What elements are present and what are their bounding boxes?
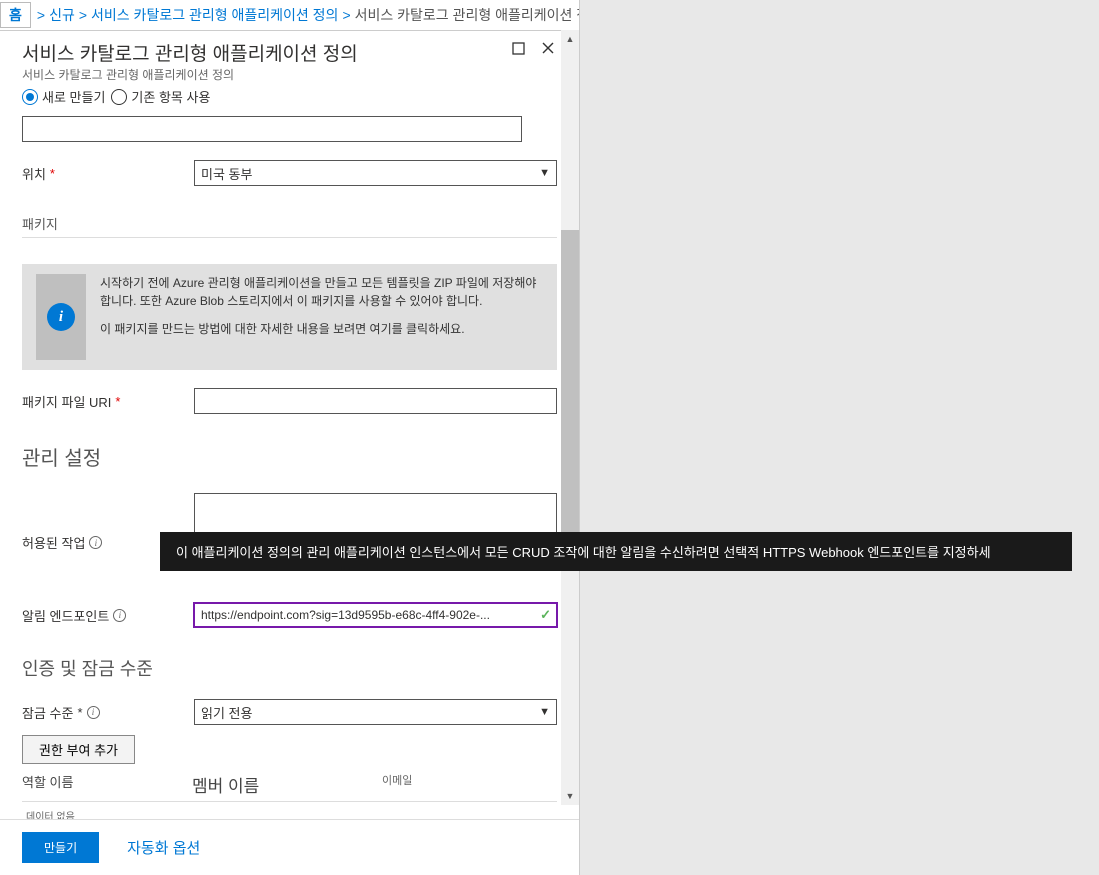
breadcrumb-current: 서비스 카탈로그 관리형 애플리케이션 정의 [355, 5, 579, 25]
radio-use-existing-label: 기존 항목 사용 [131, 87, 210, 106]
location-value: 미국 동부 [201, 164, 252, 183]
radio-create-new-label: 새로 만들기 [42, 87, 105, 106]
check-icon: ✓ [540, 607, 551, 623]
breadcrumb: 홈 > 신규 > 서비스 카탈로그 관리형 애플리케이션 정의 > 서비스 카탈… [0, 0, 579, 31]
auth-table-header: 역할 이름 멤버 이름 이메일 [22, 772, 557, 802]
main-container: 홈 > 신규 > 서비스 카탈로그 관리형 애플리케이션 정의 > 서비스 카탈… [0, 0, 1099, 875]
info-icon-container: i [36, 274, 86, 360]
right-empty-area [580, 0, 1099, 875]
info-circle-icon[interactable]: i [113, 609, 126, 622]
scrollbar[interactable]: ▲ ▼ [561, 30, 579, 805]
scroll-up-icon[interactable]: ▲ [561, 30, 579, 48]
breadcrumb-link-new[interactable]: 신규 [49, 5, 75, 25]
package-uri-label: 패키지 파일 URI [22, 392, 111, 411]
col-role-name: 역할 이름 [22, 772, 192, 797]
panel-subtitle: 서비스 카탈로그 관리형 애플리케이션 정의 [22, 66, 358, 83]
blade-panel: 홈 > 신규 > 서비스 카탈로그 관리형 애플리케이션 정의 > 서비스 카탈… [0, 0, 580, 875]
required-asterisk: * [50, 166, 55, 181]
tooltip: 이 애플리케이션 정의의 관리 애플리케이션 인스턴스에서 모든 CRUD 조작… [160, 532, 1072, 571]
info-circle-icon[interactable]: i [89, 536, 102, 549]
add-authorization-button[interactable]: 권한 부여 추가 [22, 735, 135, 764]
auth-section-title: 인증 및 잠금 수준 [22, 655, 557, 681]
endpoint-value: https://endpoint.com?sig=13d9595b-e68c-4… [201, 608, 490, 622]
info-icon: i [47, 303, 75, 331]
lock-level-label: 잠금 수준 [22, 703, 73, 722]
management-section-title: 관리 설정 [22, 442, 557, 471]
info-box: i 시작하기 전에 Azure 관리형 애플리케이션을 만들고 모든 템플릿을 … [22, 264, 557, 370]
package-section-label: 패키지 [22, 214, 557, 238]
package-uri-input[interactable] [194, 388, 557, 414]
panel-title: 서비스 카탈로그 관리형 애플리케이션 정의 [22, 39, 358, 66]
chevron-down-icon: ▼ [539, 706, 550, 718]
location-select[interactable]: 미국 동부 ▼ [194, 160, 557, 186]
required-asterisk: * [115, 394, 120, 409]
location-label: 위치 [22, 164, 46, 183]
automation-options-link[interactable]: 자동화 옵션 [127, 837, 200, 858]
close-icon[interactable] [539, 39, 557, 57]
required-asterisk: * [77, 705, 82, 720]
breadcrumb-link-catalog[interactable]: 서비스 카탈로그 관리형 애플리케이션 정의 [91, 5, 338, 25]
breadcrumb-home[interactable]: 홈 [0, 2, 31, 28]
notification-endpoint-input[interactable]: https://endpoint.com?sig=13d9595b-e68c-4… [194, 603, 557, 627]
col-email: 이메일 [382, 772, 412, 797]
radio-unselected-icon [111, 89, 127, 105]
breadcrumb-sep: > [338, 7, 354, 23]
chevron-down-icon: ▼ [539, 167, 550, 179]
radio-group: 새로 만들기 기존 항목 사용 [0, 85, 579, 112]
breadcrumb-sep: > [33, 7, 49, 23]
info-text-1: 시작하기 전에 Azure 관리형 애플리케이션을 만들고 모든 템플릿을 ZI… [100, 274, 543, 310]
footer: 만들기 자동화 옵션 [0, 819, 579, 875]
create-button[interactable]: 만들기 [22, 832, 99, 863]
lock-level-value: 읽기 전용 [201, 703, 252, 722]
scroll-down-icon[interactable]: ▼ [561, 787, 579, 805]
info-text-2[interactable]: 이 패키지를 만드는 방법에 대한 자세한 내용을 보려면 여기를 클릭하세요. [100, 320, 543, 338]
info-circle-icon[interactable]: i [87, 706, 100, 719]
panel-header: 서비스 카탈로그 관리형 애플리케이션 정의 서비스 카탈로그 관리형 애플리케… [0, 31, 579, 85]
lock-level-select[interactable]: 읽기 전용 ▼ [194, 699, 557, 725]
allowed-ops-label: 허용된 작업 [22, 533, 85, 552]
maximize-icon[interactable] [509, 39, 527, 57]
notification-endpoint-label: 알림 엔드포인트 [22, 606, 109, 625]
content-area: 위치 * 미국 동부 ▼ 패키지 i 시작하기 전에 Azure 관리형 애플리… [0, 112, 579, 819]
scrollbar-thumb[interactable] [561, 230, 579, 560]
breadcrumb-sep: > [75, 7, 91, 23]
resource-group-name-input[interactable] [22, 116, 522, 142]
radio-create-new[interactable]: 새로 만들기 [22, 87, 105, 106]
radio-use-existing[interactable]: 기존 항목 사용 [111, 87, 210, 106]
no-data-text: 데이터 없음 [22, 802, 557, 819]
col-member-name: 멤버 이름 [192, 772, 382, 797]
radio-selected-icon [22, 89, 38, 105]
